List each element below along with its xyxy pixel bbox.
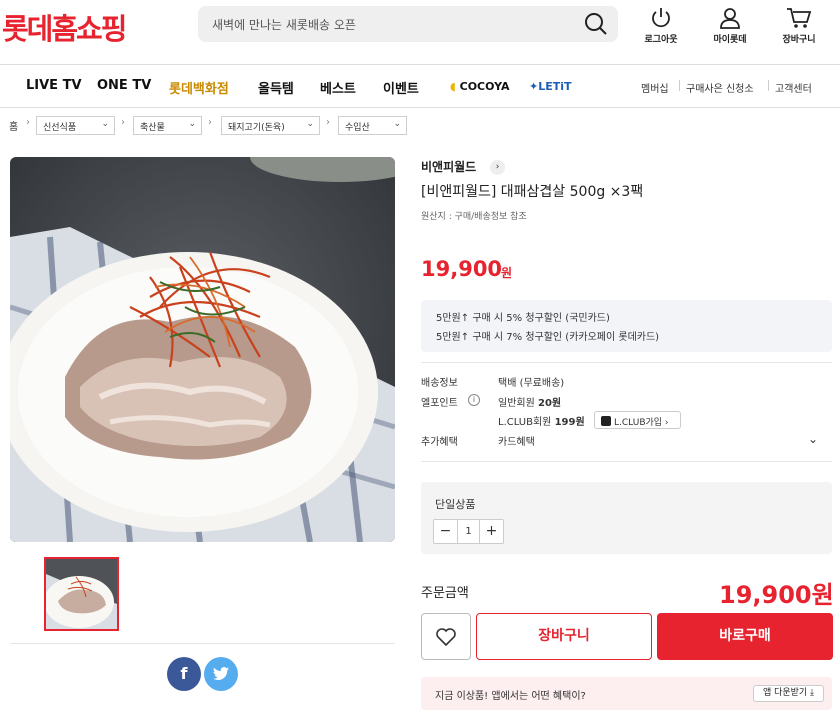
breadcrumb-label: 수입산 [345,123,370,133]
product-price: 19,900 [421,257,503,281]
breadcrumb-home[interactable]: 홈 [9,118,18,133]
nav-gift[interactable]: 구매사은 신청소 [686,80,754,95]
price-unit: 원 [501,266,513,280]
shipping-value: 택배 (무료배송) [498,378,565,389]
product-main-image [10,157,395,542]
letit-label: LETiT [538,80,572,93]
breadcrumb-label: 돼지고기(돈육) [228,123,285,133]
nav-membership[interactable]: 멤버십 [641,80,669,95]
cocoya-icon: ◖ [450,80,460,93]
point-lclub-prefix: L.CLUB회원 [498,417,552,428]
order-total-label: 주문금액 [421,586,469,601]
cocoya-label: COCOYA [459,80,510,93]
divider [421,362,832,363]
point-lclub-value: 199원 [554,417,585,428]
main-nav: LIVE TV ONE TV 롯데백화점 올득템 베스트 이벤트 ◖ COCOY… [0,64,840,108]
nav-divider [768,80,769,91]
lclub-badge-icon [601,416,611,426]
cart-label: 장바구니 [782,35,816,45]
chevron-down-icon[interactable]: ⌄ [808,432,818,446]
lclub-join-button[interactable]: L.CLUB가입 › [594,411,681,429]
promo-line: 5만원↑ 구매 시 7% 청구할인 (카카오페이 롯데카드) [436,332,660,343]
plus-button[interactable]: + [480,520,503,543]
chevron-down-icon: ⌄ [306,119,314,129]
mypage-button[interactable]: 마이롯데 [700,6,760,45]
user-icon [720,8,740,29]
breadcrumb-select-1[interactable]: 신선식품 ⌄ [36,116,115,135]
cart-button[interactable]: 장바구니 [769,6,829,45]
app-promo-text: 지금 이상품! 앱에서는 어떤 혜택이? [435,691,586,702]
mypage-label: 마이롯데 [713,35,747,45]
wishlist-button[interactable] [421,613,471,660]
option-box: 단일상품 − 1 + [421,482,832,554]
nav-customer[interactable]: 고객센터 [775,80,812,95]
header: 롯데홈쇼핑 새벽에 만나는 새롯배송 오픈 로그아웃 마이롯데 장바구니 [0,0,840,62]
quantity-stepper: − 1 + [433,519,504,544]
breadcrumb-select-2[interactable]: 축산물 ⌄ [133,116,202,135]
chevron-right-icon: › [26,117,30,128]
chevron-down-icon: ⌄ [393,119,401,129]
card-promo-box: 5만원↑ 구매 시 5% 청구할인 (국민카드) 5만원↑ 구매 시 7% 청구… [421,300,832,352]
chevron-right-icon[interactable]: › [490,160,505,175]
point-general: 일반회원 20원 [498,394,561,409]
chevron-right-icon: › [208,117,212,128]
point-general-prefix: 일반회원 [498,398,535,409]
product-origin: 원산지 : 구매/배송정보 참조 [421,212,527,222]
nav-live-tv[interactable]: LIVE TV [26,78,82,93]
order-total-value: 19,900원 [719,581,834,609]
nav-divider [679,80,680,91]
nav-one-tv[interactable]: ONE TV [97,78,151,93]
chevron-down-icon: ⌄ [188,119,196,129]
product-thumbnail[interactable] [44,557,119,631]
breadcrumb: 홈 › 신선식품 ⌄ › 축산물 ⌄ › 돼지고기(돈육) ⌄ › 수입산 ⌄ [0,110,840,142]
nav-cocoya[interactable]: ◖ COCOYA [450,80,510,93]
logout-button[interactable]: 로그아웃 [631,6,691,45]
search-placeholder: 새벽에 만나는 새롯배송 오픈 [212,18,356,32]
nav-letit[interactable]: ✦LETiT [529,80,572,93]
app-download-button[interactable]: 앱 다운받기 ⤓ [753,685,824,702]
breadcrumb-label: 신선식품 [43,123,77,133]
app-promo-bar: 지금 이상품! 앱에서는 어떤 혜택이? 앱 다운받기 ⤓ [421,677,832,710]
nav-event[interactable]: 이벤트 [383,78,419,97]
info-icon[interactable]: i [468,394,480,406]
lclub-join-label: L.CLUB가입 [614,418,663,428]
heart-icon [436,628,456,646]
chevron-down-icon: ⌄ [101,119,109,129]
nav-best[interactable]: 베스트 [320,78,356,97]
chevron-right-icon: › [121,117,125,128]
divider [421,461,832,462]
option-label: 단일상품 [435,498,476,511]
divider [10,643,395,644]
point-lclub: L.CLUB회원 199원 [498,413,585,428]
twitter-share-icon[interactable] [204,657,238,691]
search-bar[interactable]: 새벽에 만나는 새롯배송 오픈 [198,6,618,42]
chevron-right-icon: › [326,117,330,128]
cart-icon [787,8,812,28]
site-logo[interactable]: 롯데홈쇼핑 [2,6,127,48]
breadcrumb-label: 축산물 [140,123,165,133]
facebook-share-icon[interactable]: f [167,657,201,691]
breadcrumb-select-3[interactable]: 돼지고기(돈육) ⌄ [221,116,320,135]
nav-alltem[interactable]: 올득템 [258,78,294,97]
nav-lotte-dept[interactable]: 롯데백화점 [169,78,229,97]
brand-name[interactable]: 비앤피월드 [421,158,476,175]
benefit-label: 추가혜택 [421,437,458,448]
quantity-value[interactable]: 1 [457,520,480,543]
power-icon [652,8,670,28]
product-title: [비앤피월드] 대패삼겹살 500g ×3팩 [421,184,644,200]
point-label: 엘포인트 [421,398,458,409]
logout-label: 로그아웃 [644,35,678,45]
promo-line: 5만원↑ 구매 시 5% 청구할인 (국민카드) [436,313,610,324]
add-to-cart-button[interactable]: 장바구니 [476,613,652,660]
buy-now-button[interactable]: 바로구매 [657,613,833,660]
letit-icon: ✦ [529,80,539,93]
minus-button[interactable]: − [434,520,457,543]
search-icon[interactable] [584,12,608,36]
point-general-value: 20원 [538,398,562,409]
benefit-value: 카드혜택 [498,437,535,448]
breadcrumb-select-4[interactable]: 수입산 ⌄ [338,116,407,135]
shipping-label: 배송정보 [421,378,458,389]
